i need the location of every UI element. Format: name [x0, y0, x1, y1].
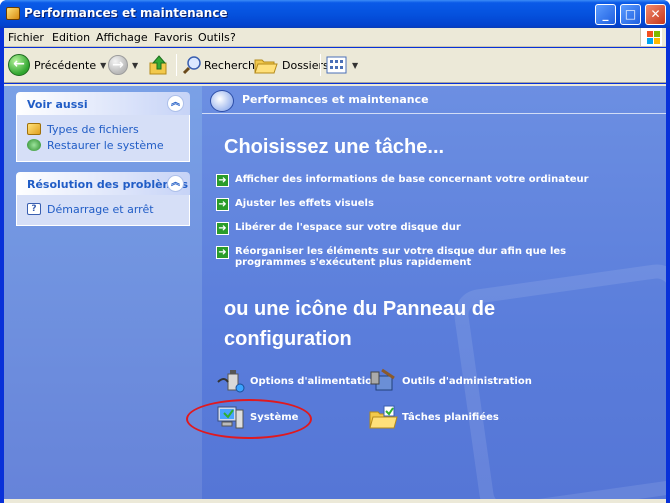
content-area: Voir aussi ︽ Types de fichiers Restaurer…: [4, 86, 666, 499]
back-arrow-icon: ←: [8, 54, 30, 76]
menu-bar: Fichier Edition Affichage Favoris Outils…: [4, 28, 666, 47]
menu-affichage[interactable]: Affichage: [96, 31, 148, 44]
green-arrow-icon: ➜: [216, 246, 229, 259]
toolbar-separator: [320, 54, 321, 76]
explorer-window: Performances et maintenance _ □ ✕ Fichie…: [0, 0, 670, 503]
close-button[interactable]: ✕: [645, 4, 666, 25]
dropdown-arrow-icon[interactable]: ▼: [352, 61, 358, 70]
scheduled-tasks-icon: [369, 405, 398, 429]
task-pane: Voir aussi ︽ Types de fichiers Restaurer…: [4, 86, 202, 499]
scheduled-tasks-item[interactable]: Tâches planifiées: [368, 404, 499, 430]
troubleshooting-title: Résolution des problèmes: [27, 178, 189, 191]
admin-tools-item[interactable]: Outils d'administration: [368, 368, 532, 394]
toolbar: ← Précédente ▼ → ▼ Rechercher Dossiers ▼: [4, 48, 666, 83]
see-also-body: Types de fichiers Restaurer le système: [16, 115, 190, 162]
link-file-types[interactable]: Types de fichiers: [27, 121, 179, 137]
up-folder-icon: [149, 55, 167, 75]
window-title: Performances et maintenance: [24, 6, 228, 20]
menu-help[interactable]: ?: [230, 31, 236, 44]
highlight-ellipse: [186, 399, 312, 439]
see-also-panel: Voir aussi ︽ Types de fichiers Restaurer…: [16, 92, 190, 162]
collapse-chevron-icon[interactable]: ︽: [167, 95, 184, 112]
views-button[interactable]: ▼: [326, 52, 358, 78]
power-options-label: Options d'alimentation: [250, 375, 380, 387]
forward-button[interactable]: → ▼: [108, 52, 138, 78]
file-types-icon: [27, 123, 41, 135]
performance-gauge-icon: [210, 90, 234, 112]
task-label: Afficher des informations de base concer…: [235, 174, 589, 185]
dropdown-arrow-icon[interactable]: ▼: [100, 61, 106, 70]
window-bottom-border: [4, 499, 666, 503]
power-options-icon: [217, 370, 245, 393]
dropdown-arrow-icon[interactable]: ▼: [132, 61, 138, 70]
task-basic-info[interactable]: ➜ Afficher des informations de base conc…: [216, 174, 589, 187]
folders-label: Dossiers: [282, 58, 329, 72]
admin-tools-icon: [370, 368, 395, 391]
troubleshooting-body: ? Démarrage et arrêt: [16, 195, 190, 226]
task-free-disk-space[interactable]: ➜ Libérer de l'espace sur votre disque d…: [216, 222, 461, 235]
toolbar-separator: [176, 54, 177, 76]
title-bar[interactable]: Performances et maintenance _ □ ✕: [0, 0, 670, 28]
menu-edition[interactable]: Edition: [52, 31, 90, 44]
collapse-chevron-icon[interactable]: ︽: [167, 175, 184, 192]
folders-icon: [254, 59, 278, 74]
green-arrow-icon: ➜: [216, 198, 229, 211]
menu-fichier[interactable]: Fichier: [8, 31, 44, 44]
task-label: Réorganiser les éléments sur votre disqu…: [235, 246, 567, 268]
system-restore-icon: [27, 139, 41, 151]
link-system-restore[interactable]: Restaurer le système: [27, 137, 179, 153]
back-button[interactable]: ← Précédente ▼: [8, 52, 106, 78]
menu-outils[interactable]: Outils: [198, 31, 230, 44]
scheduled-tasks-label: Tâches planifiées: [402, 411, 499, 423]
admin-tools-label: Outils d'administration: [402, 375, 532, 387]
category-header: Performances et maintenance: [202, 86, 666, 114]
control-panel-heading-line2: configuration: [224, 328, 352, 350]
power-options-item[interactable]: Options d'alimentation: [216, 368, 379, 394]
task-visual-effects[interactable]: ➜ Ajuster les effets visuels: [216, 198, 374, 211]
task-label: Libérer de l'espace sur votre disque dur: [235, 222, 461, 233]
pick-task-heading: Choisissez une tâche...: [224, 136, 445, 158]
views-icon: [326, 56, 347, 74]
task-defragment[interactable]: ➜ Réorganiser les éléments sur votre dis…: [216, 246, 636, 268]
forward-arrow-icon: →: [108, 55, 128, 75]
troubleshooting-panel: Résolution des problèmes ︽ ? Démarrage e…: [16, 172, 190, 226]
link-label: Démarrage et arrêt: [47, 202, 154, 216]
minimize-button[interactable]: _: [595, 4, 616, 25]
folder-icon: [6, 7, 20, 20]
menu-favoris[interactable]: Favoris: [154, 31, 193, 44]
up-folder-button[interactable]: [148, 52, 170, 78]
link-label: Types de fichiers: [47, 122, 139, 136]
maximize-button[interactable]: □: [620, 4, 641, 25]
green-arrow-icon: ➜: [216, 222, 229, 235]
see-also-header[interactable]: Voir aussi ︽: [16, 92, 190, 115]
back-label: Précédente: [34, 58, 97, 72]
control-panel-heading-line1: ou une icône du Panneau de: [224, 298, 496, 320]
green-arrow-icon: ➜: [216, 174, 229, 187]
help-icon: ?: [27, 203, 41, 215]
link-label: Restaurer le système: [47, 138, 164, 152]
folders-button[interactable]: Dossiers: [254, 52, 329, 78]
see-also-title: Voir aussi: [27, 98, 88, 111]
task-label: Ajuster les effets visuels: [235, 198, 374, 209]
search-icon: [182, 56, 201, 75]
troubleshooting-header[interactable]: Résolution des problèmes ︽: [16, 172, 190, 195]
windows-logo-icon: [640, 28, 662, 46]
link-startup-shutdown[interactable]: ? Démarrage et arrêt: [27, 201, 179, 217]
category-title: Performances et maintenance: [242, 93, 429, 106]
